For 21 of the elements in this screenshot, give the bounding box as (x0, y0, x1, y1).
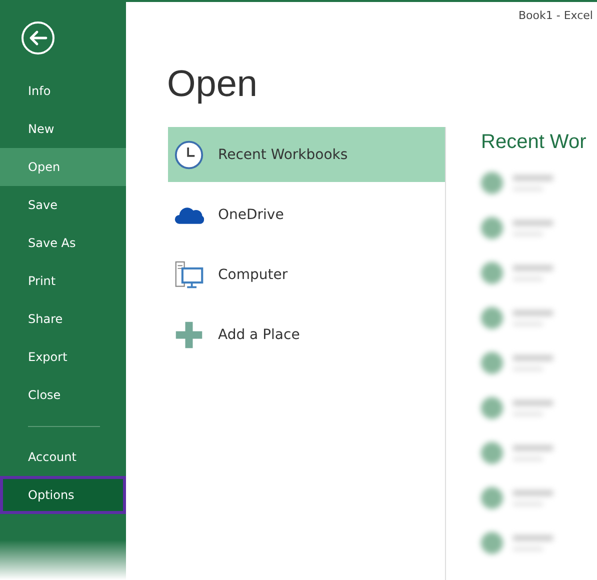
sidebar-item[interactable]: Share (0, 300, 126, 338)
sidebar-item[interactable]: Account (0, 438, 126, 476)
sidebar-item[interactable]: New (0, 110, 126, 148)
place-item[interactable]: OneDrive (168, 187, 445, 242)
sidebar-item[interactable]: Close (0, 376, 126, 414)
section-heading: Recent Wor (481, 131, 588, 154)
page-title: Open (167, 63, 259, 105)
clock-icon (174, 140, 204, 170)
sidebar-item[interactable]: Export (0, 338, 126, 376)
place-item[interactable]: Computer (168, 247, 445, 302)
sidebar-item[interactable]: Print (0, 262, 126, 300)
place-item[interactable]: Add a Place (168, 307, 445, 362)
sidebar-item[interactable]: Open (0, 148, 126, 186)
sidebar-item[interactable]: Options (0, 476, 126, 514)
sidebar-item[interactable]: Save As (0, 224, 126, 262)
window-title: Book1 - Excel (518, 8, 594, 22)
plus-icon (174, 320, 204, 350)
sidebar-item[interactable]: Save (0, 186, 126, 224)
computer-icon (174, 260, 204, 290)
sidebar-item[interactable]: Info (0, 72, 126, 110)
place-item[interactable]: Recent Workbooks (168, 127, 445, 182)
